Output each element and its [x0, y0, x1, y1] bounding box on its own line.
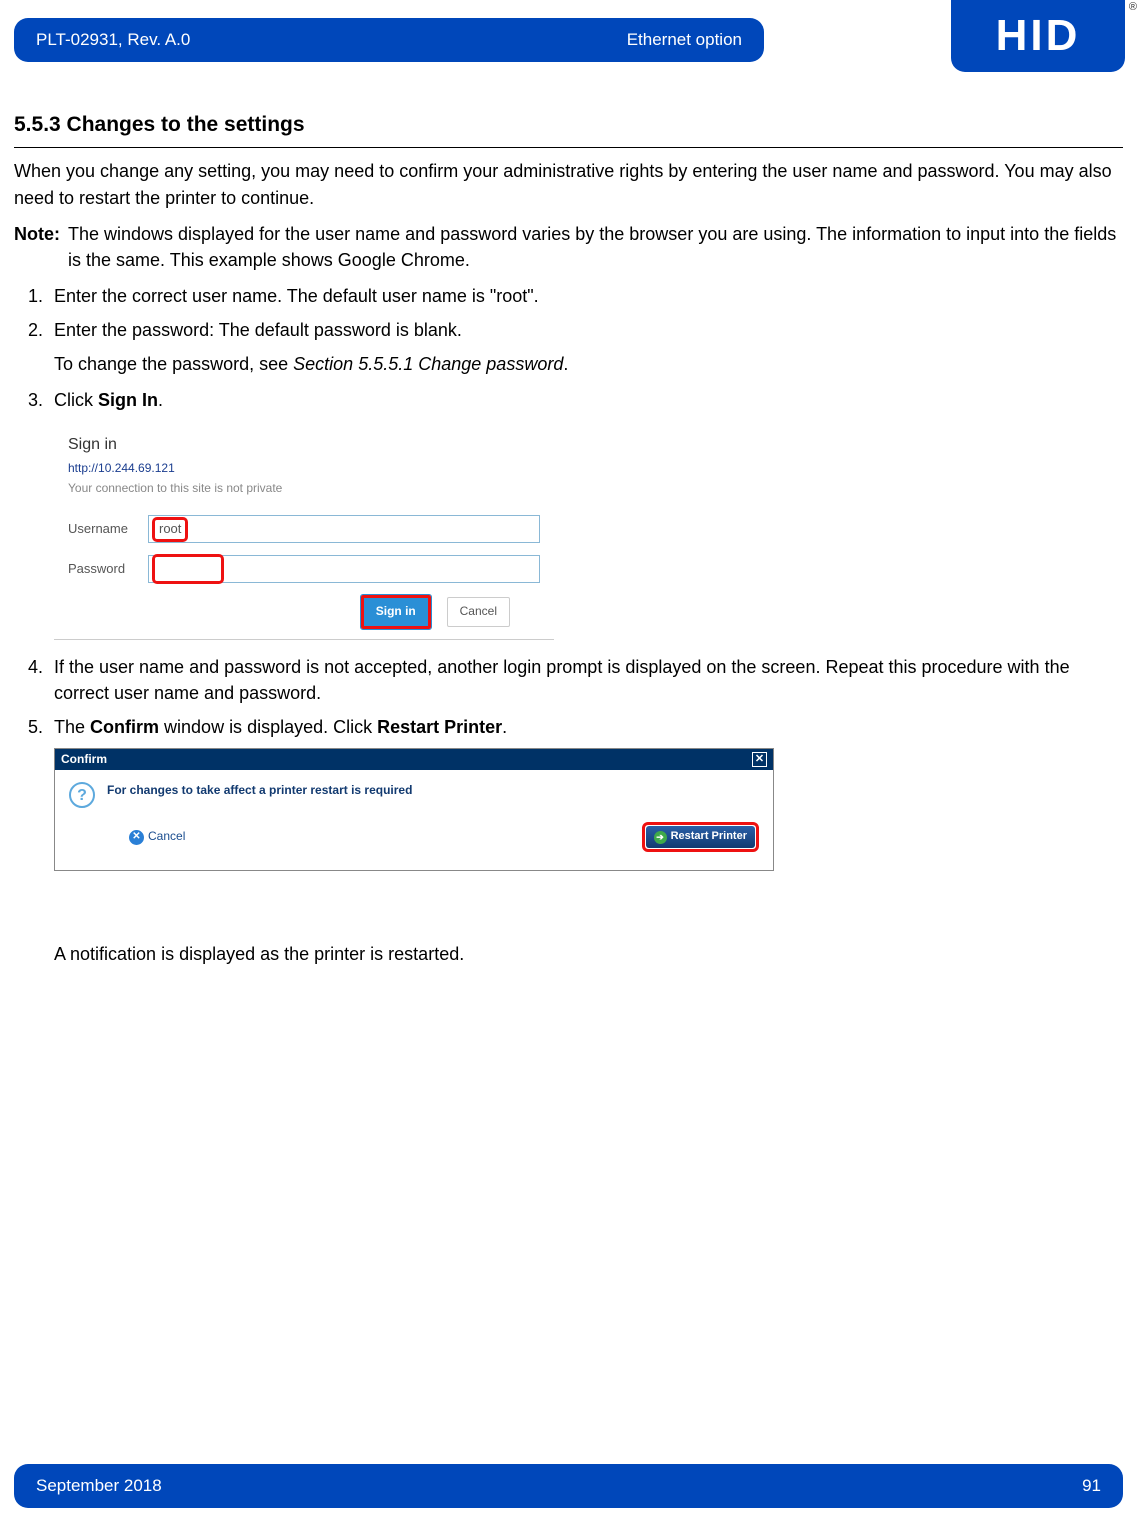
step2-sub-c: . [563, 354, 568, 374]
signin-warning: Your connection to this site is not priv… [68, 480, 540, 497]
intro-paragraph: When you change any setting, you may nee… [14, 158, 1123, 210]
confirm-button-row: ✕ Cancel ➔ Restart Printer [69, 822, 759, 852]
logo-text: HID [996, 4, 1081, 68]
confirm-dialog: Confirm ✕ ? For changes to take affect a… [54, 748, 774, 871]
step3-c: . [158, 390, 163, 410]
step3-b: Sign In [98, 390, 158, 410]
steps-list-cont2: If the user name and password is not acc… [14, 654, 1123, 740]
confirm-message: For changes to take affect a printer res… [107, 782, 412, 799]
footer-date: September 2018 [36, 1474, 162, 1499]
step3-a: Click [54, 390, 98, 410]
step5-a: The [54, 717, 90, 737]
footer-page: 91 [1082, 1474, 1101, 1499]
step2-sub-a: To change the password, see [54, 354, 293, 374]
signin-cancel-button[interactable]: Cancel [447, 597, 510, 626]
step5-d: Restart Printer [377, 717, 502, 737]
step5-b: Confirm [90, 717, 159, 737]
password-label: Password [68, 560, 148, 579]
cancel-x-icon: ✕ [129, 830, 144, 845]
question-icon: ? [69, 782, 95, 808]
restart-label: Restart Printer [671, 829, 747, 845]
password-input[interactable] [148, 555, 540, 583]
heading-underline [14, 147, 1123, 148]
confirm-cancel-button[interactable]: ✕ Cancel [129, 828, 185, 845]
username-row: Username root [68, 515, 540, 543]
restart-button-highlight: ➔ Restart Printer [642, 822, 759, 852]
content: 5.5.3 Changes to the settings When you c… [14, 110, 1123, 975]
signin-url: http://10.244.69.121 [68, 460, 540, 477]
doc-id: PLT-02931, Rev. A.0 [36, 28, 190, 53]
note: Note: The windows displayed for the user… [14, 221, 1123, 273]
steps-list: Enter the correct user name. The default… [14, 283, 1123, 343]
step-2-sub: To change the password, see Section 5.5.… [14, 351, 1123, 377]
arrow-right-icon: ➔ [654, 831, 667, 844]
signin-dialog: Sign in http://10.244.69.121 Your connec… [54, 421, 554, 639]
confirm-titlebar: Confirm ✕ [55, 749, 773, 770]
logo: HID [951, 0, 1125, 72]
footer-bar: September 2018 91 [14, 1464, 1123, 1508]
section-name: Ethernet option [627, 28, 742, 53]
close-icon[interactable]: ✕ [752, 752, 767, 767]
step2-sub-ref: Section 5.5.5.1 Change password [293, 354, 563, 374]
step-2: Enter the password: The default password… [14, 317, 1123, 343]
confirm-title: Confirm [61, 751, 107, 768]
password-highlight [152, 554, 224, 584]
note-label: Note: [14, 221, 60, 273]
confirm-body: ? For changes to take affect a printer r… [55, 770, 773, 870]
username-input[interactable]: root [148, 515, 540, 543]
step-3: Click Sign In. [14, 387, 1123, 413]
note-text: The windows displayed for the user name … [68, 221, 1123, 273]
header-bar: PLT-02931, Rev. A.0 Ethernet option [14, 18, 764, 62]
confirm-message-row: ? For changes to take affect a printer r… [69, 782, 759, 808]
steps-list-cont: Click Sign In. [14, 387, 1123, 413]
step-1: Enter the correct user name. The default… [14, 283, 1123, 309]
step5-c: window is displayed. Click [159, 717, 377, 737]
confirm-cancel-label: Cancel [148, 828, 185, 845]
registered-mark: ® [1129, 0, 1137, 16]
signin-title: Sign in [68, 433, 540, 456]
username-highlight: root [152, 517, 188, 542]
signin-button-row: Sign in Cancel [68, 595, 540, 628]
signin-button[interactable]: Sign in [361, 595, 431, 628]
step-5: The Confirm window is displayed. Click R… [14, 714, 1123, 740]
restart-printer-button[interactable]: ➔ Restart Printer [646, 826, 755, 848]
step5-e: . [502, 717, 507, 737]
password-row: Password [68, 555, 540, 583]
after-confirm-text: A notification is displayed as the print… [14, 941, 1123, 967]
username-label: Username [68, 520, 148, 539]
step-4: If the user name and password is not acc… [14, 654, 1123, 706]
section-heading: 5.5.3 Changes to the settings [14, 110, 1123, 140]
